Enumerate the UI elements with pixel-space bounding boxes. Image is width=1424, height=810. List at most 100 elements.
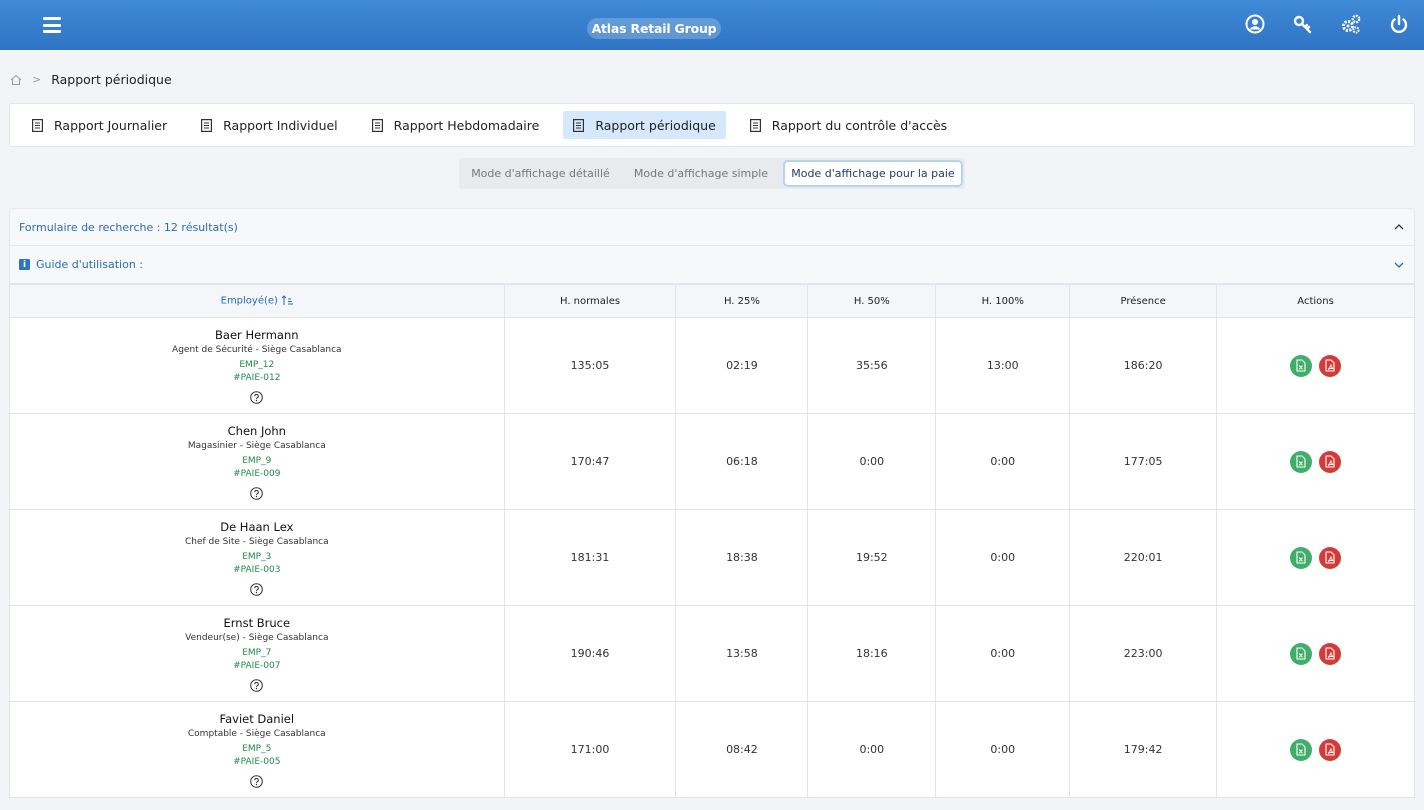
excel-export-icon: [1296, 743, 1306, 756]
h50-cell: 0:00: [807, 413, 937, 510]
mode-paie-button[interactable]: Mode d'affichage pour la paie: [783, 160, 963, 187]
hamburger-menu-icon[interactable]: [43, 17, 61, 33]
excel-export-button[interactable]: [1290, 738, 1313, 761]
column-header-h25: H. 25%: [675, 284, 809, 318]
employee-name: Baer Hermann: [215, 327, 299, 342]
pdf-export-icon: [1325, 455, 1335, 468]
guide-title: Guide d'utilisation :: [36, 258, 144, 271]
help-icon[interactable]: [250, 390, 264, 404]
excel-export-icon: [1296, 551, 1306, 564]
table-row: Chen John Magasinier - Siège Casablanca …: [9, 413, 1415, 510]
mode-detaille-button[interactable]: Mode d'affichage détaillé: [459, 160, 622, 187]
excel-export-button[interactable]: [1290, 450, 1313, 473]
h50-cell: 18:16: [807, 605, 937, 702]
pdf-export-button[interactable]: [1319, 354, 1342, 377]
search-form-panel[interactable]: Formulaire de recherche : 12 résultat(s): [9, 208, 1415, 246]
excel-export-button[interactable]: [1290, 642, 1313, 665]
actions-cell: [1216, 317, 1415, 414]
table-row: Ernst Bruce Vendeur(se) - Siège Casablan…: [9, 605, 1415, 702]
sort-ascending-icon[interactable]: [281, 295, 293, 306]
pdf-export-icon: [1325, 551, 1335, 564]
gears-icon[interactable]: [1340, 13, 1362, 35]
help-icon[interactable]: [250, 678, 264, 692]
excel-export-icon: [1296, 359, 1306, 372]
tab-label: Rapport Hebdomadaire: [393, 117, 540, 133]
power-icon[interactable]: [1388, 13, 1410, 35]
document-icon: [32, 118, 43, 132]
employee-cell: De Haan Lex Chef de Site - Siège Casabla…: [9, 509, 505, 606]
h100-cell: 0:00: [935, 701, 1071, 798]
h25-cell: 02:19: [675, 317, 809, 414]
table-row: De Haan Lex Chef de Site - Siège Casabla…: [9, 509, 1415, 606]
tab-rapport-controle-acces[interactable]: Rapport du contrôle d'accès: [740, 111, 957, 139]
tab-rapport-journalier[interactable]: Rapport Journalier: [22, 111, 177, 139]
employee-code: EMP_3: [242, 551, 272, 562]
pdf-export-icon: [1325, 647, 1335, 660]
employee-name: Chen John: [227, 423, 286, 438]
guide-panel[interactable]: i Guide d'utilisation :: [9, 245, 1415, 284]
chevron-down-icon[interactable]: [1393, 259, 1405, 271]
normales-cell: 190:46: [503, 605, 677, 702]
actions-cell: [1216, 413, 1415, 510]
tab-rapport-periodique[interactable]: Rapport périodique: [563, 111, 726, 139]
employee-code: EMP_12: [239, 359, 275, 370]
column-header-normales: H. normales: [503, 284, 677, 318]
key-icon[interactable]: [1292, 13, 1314, 35]
mode-simple-button[interactable]: Mode d'affichage simple: [622, 160, 780, 187]
employee-code: EMP_7: [242, 647, 272, 658]
search-form-title: Formulaire de recherche : 12 résultat(s): [19, 220, 238, 234]
table-row: Faviet Daniel Comptable - Siège Casablan…: [9, 701, 1415, 798]
tab-label: Rapport Journalier: [54, 117, 168, 133]
document-icon: [371, 118, 383, 132]
table-row: Baer Hermann Agent de Sécurité - Siège C…: [9, 317, 1415, 414]
column-header-employe[interactable]: Employé(e): [9, 284, 505, 318]
column-header-actions: Actions: [1216, 284, 1415, 318]
h25-cell: 06:18: [675, 413, 809, 510]
employee-position: Chef de Site - Siège Casablanca: [184, 536, 329, 547]
home-icon[interactable]: [10, 74, 22, 86]
presence-cell: 177:05: [1069, 413, 1218, 510]
employee-code: EMP_9: [242, 455, 272, 466]
payroll-code: #PAIE-005: [233, 756, 281, 767]
chevron-up-icon[interactable]: [1393, 221, 1405, 233]
h100-cell: 0:00: [935, 605, 1071, 702]
excel-export-button[interactable]: [1290, 546, 1313, 569]
normales-cell: 135:05: [503, 317, 677, 414]
help-icon[interactable]: [250, 774, 264, 788]
h100-cell: 13:00: [935, 317, 1071, 414]
pdf-export-button[interactable]: [1319, 738, 1342, 761]
tab-rapport-hebdomadaire[interactable]: Rapport Hebdomadaire: [362, 111, 550, 139]
tab-label: Rapport Individuel: [223, 117, 338, 133]
payroll-code: #PAIE-009: [233, 468, 281, 479]
employee-cell: Baer Hermann Agent de Sécurité - Siège C…: [9, 317, 505, 414]
employee-name: Faviet Daniel: [219, 711, 295, 726]
employee-position: Magasinier - Siège Casablanca: [187, 440, 326, 451]
employee-code: EMP_5: [242, 743, 272, 754]
h25-cell: 18:38: [675, 509, 809, 606]
excel-export-icon: [1296, 455, 1306, 468]
pdf-export-button[interactable]: [1319, 450, 1342, 473]
help-icon[interactable]: [250, 582, 264, 596]
normales-cell: 181:31: [503, 509, 677, 606]
h100-cell: 0:00: [935, 509, 1071, 606]
employee-position: Agent de Sécurité - Siège Casablanca: [172, 344, 342, 355]
employee-position: Comptable - Siège Casablanca: [187, 728, 326, 739]
excel-export-button[interactable]: [1290, 354, 1313, 377]
pdf-export-button[interactable]: [1319, 642, 1342, 665]
actions-cell: [1216, 605, 1415, 702]
document-icon: [573, 118, 585, 132]
help-icon[interactable]: [250, 486, 264, 500]
h25-cell: 08:42: [675, 701, 809, 798]
user-icon[interactable]: [1244, 13, 1266, 35]
tab-rapport-individuel[interactable]: Rapport Individuel: [191, 111, 348, 139]
normales-cell: 170:47: [503, 413, 677, 510]
payroll-table: Employé(e) H. normales H. 25% H. 50% H. …: [9, 284, 1415, 798]
breadcrumb-current: Rapport périodique: [51, 72, 172, 87]
payroll-code: #PAIE-007: [233, 660, 281, 671]
h25-cell: 13:58: [675, 605, 809, 702]
pdf-export-button[interactable]: [1319, 546, 1342, 569]
actions-cell: [1216, 701, 1415, 798]
h100-cell: 0:00: [935, 413, 1071, 510]
employee-name: Ernst Bruce: [223, 615, 291, 630]
presence-cell: 223:00: [1069, 605, 1218, 702]
